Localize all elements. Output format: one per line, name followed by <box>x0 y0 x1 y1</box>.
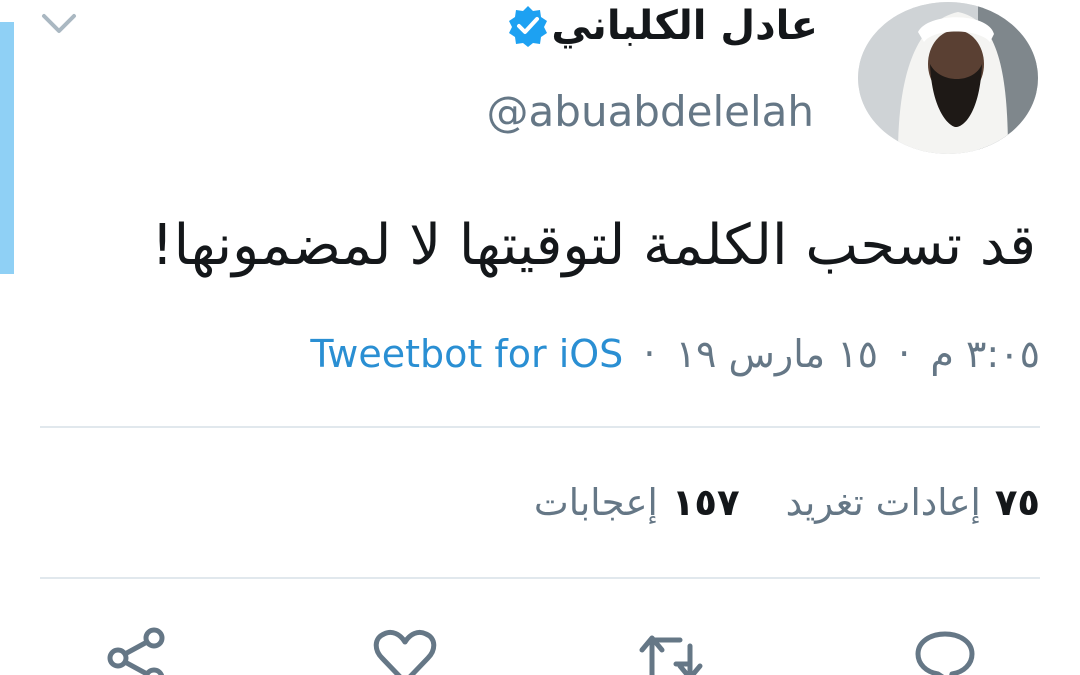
display-name[interactable]: عادل الكلباني <box>551 0 818 52</box>
verified-badge-icon <box>506 4 550 48</box>
avatar[interactable] <box>858 2 1038 154</box>
tweet-source-link[interactable]: Tweetbot for iOS <box>310 332 623 376</box>
likes-stat[interactable]: ١٥٧ إعجابات <box>534 481 740 524</box>
tweet-date[interactable]: ١٥ مارس ١٩ <box>676 332 878 376</box>
retweets-stat[interactable]: ٧٥ إعادات تغريد <box>786 481 1040 524</box>
heart-icon[interactable] <box>370 626 440 675</box>
thread-line <box>0 22 14 274</box>
likes-label: إعجابات <box>533 481 658 524</box>
likes-count: ١٥٧ <box>671 481 740 524</box>
tweet-stats: ٧٥ إعادات تغريد ١٥٧ إعجابات <box>534 476 1040 530</box>
tweet-text: قد تسحب الكلمة لتوقيتها لا لمضمونها! <box>151 213 1036 278</box>
retweet-icon[interactable] <box>636 626 706 675</box>
meta-separator: · <box>643 332 656 376</box>
tweet-time[interactable]: ٣:٠٥ م <box>930 332 1040 376</box>
user-handle[interactable]: @abuabdelelah <box>487 84 814 140</box>
meta-separator: · <box>898 332 911 376</box>
divider <box>40 426 1040 428</box>
retweets-count: ٧٥ <box>994 481 1040 524</box>
tweet-meta: ٣:٠٥ م · ١٥ مارس ١٩ · Tweetbot for iOS <box>310 328 1040 380</box>
retweets-label: إعادات تغريد <box>785 481 981 524</box>
share-icon[interactable] <box>102 626 172 675</box>
divider <box>40 577 1040 579</box>
chevron-down-icon[interactable] <box>40 12 78 36</box>
reply-icon[interactable] <box>910 626 980 675</box>
